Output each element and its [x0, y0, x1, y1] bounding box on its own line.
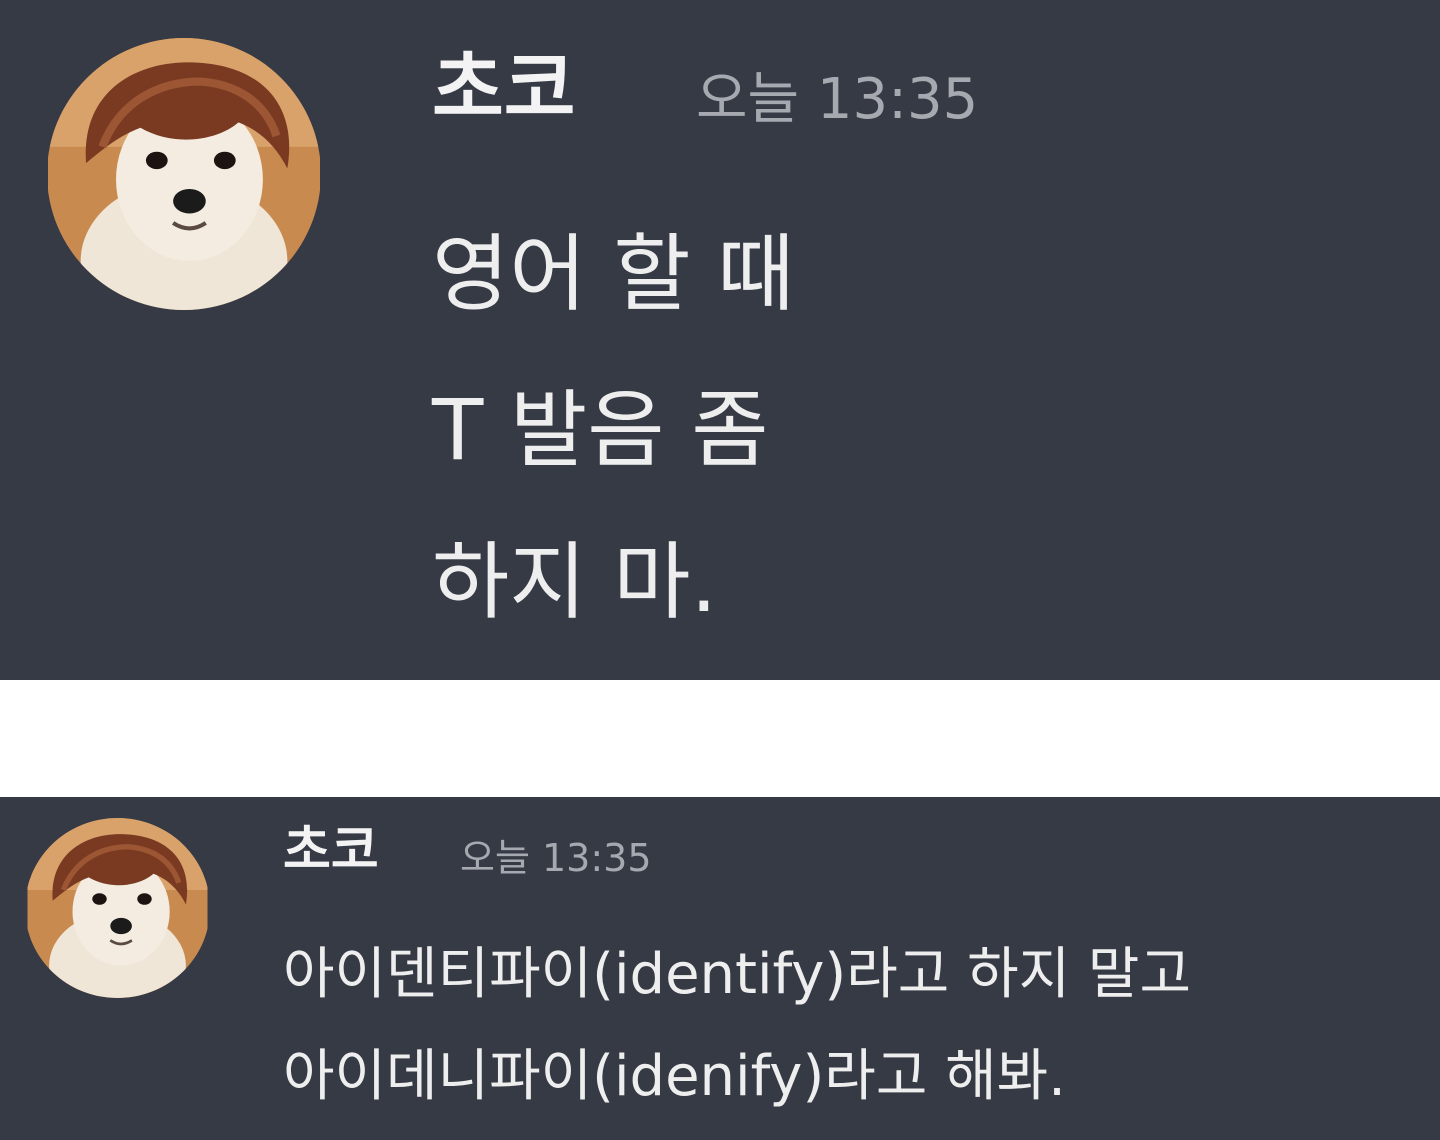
username[interactable]: 초코: [432, 50, 576, 128]
message-text-line: 아이데니파이(idenify)라고 해봐.: [283, 1044, 1066, 1109]
chat-message-2: 초코 오늘 13:35 아이덴티파이(identify)라고 하지 말고 아이데…: [0, 797, 1440, 1140]
message-timestamp: 오늘 13:35: [460, 836, 652, 880]
user-avatar[interactable]: [25, 818, 210, 998]
dog-avatar-icon: [48, 38, 320, 310]
user-avatar[interactable]: [47, 38, 321, 310]
message-text-line: 하지 마.: [432, 533, 718, 631]
message-text-line: 영어 할 때: [432, 225, 795, 323]
chat-message-1: 초코 오늘 13:35 영어 할 때 T 발음 좀 하지 마.: [0, 0, 1440, 680]
username[interactable]: 초코: [283, 825, 379, 877]
dog-avatar-icon: [27, 818, 208, 998]
message-text-line: 아이덴티파이(identify)라고 하지 말고: [283, 942, 1191, 1007]
message-timestamp: 오늘 13:35: [696, 67, 979, 132]
message-text-line: T 발음 좀: [432, 381, 769, 479]
